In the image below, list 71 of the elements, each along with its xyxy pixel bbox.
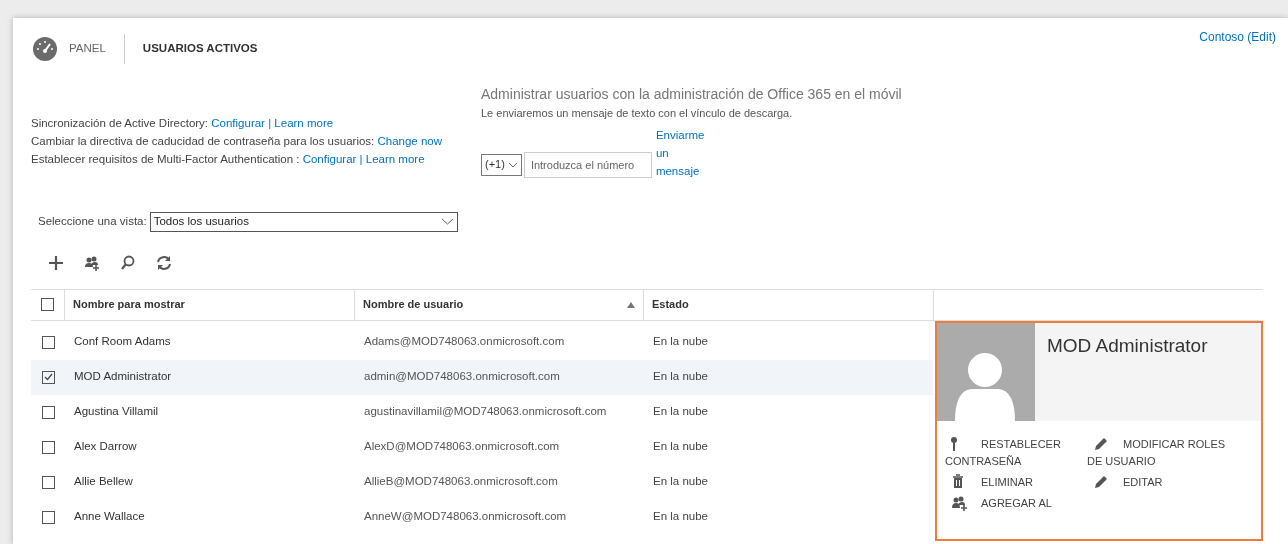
table-cell: admin@MOD748063.onmicrosoft.com: [364, 370, 560, 383]
pencil-icon: [1093, 435, 1109, 452]
info-text: Sincronización de Active Directory:: [31, 117, 210, 129]
action-button[interactable]: EDITAR: [1087, 472, 1237, 490]
action-button[interactable]: ELIMINAR: [945, 472, 1087, 490]
info-link[interactable]: Learn more: [274, 117, 334, 129]
people-add-icon: [951, 494, 967, 511]
mobile-admin-subtitle: Le enviaremos un mensaje de texto con el vínculo de descarga.: [481, 106, 794, 121]
action-button[interactable]: MODIFICAR ROLES DE USUARIO: [1087, 434, 1237, 469]
refresh-icon[interactable]: [155, 253, 173, 272]
view-select-dropdown[interactable]: Todos los usuarios: [149, 211, 458, 232]
column-header[interactable]: Nombre de usuario: [363, 296, 464, 313]
column-header[interactable]: Nombre para mostrar: [73, 296, 185, 313]
info-text: Cambiar la directiva de caducidad de contraseña para los usuarios:: [31, 135, 376, 147]
table-cell: Alex Darrow: [74, 440, 137, 453]
pencil-icon: [1093, 473, 1109, 490]
sort-ascending-icon[interactable]: [627, 301, 635, 308]
chevron-down-icon: [507, 161, 518, 168]
mobile-admin-title: Administrar usuarios con la administración de Office 365 en el móvil: [481, 85, 902, 104]
breadcrumb-link[interactable]: PANEL: [69, 40, 106, 58]
row-checkbox[interactable]: [41, 440, 55, 454]
row-checkbox[interactable]: [41, 405, 55, 419]
column-header[interactable]: Estado: [652, 296, 689, 313]
table-cell: En la nube: [653, 510, 708, 523]
table-cell: Adams@MOD748063.onmicrosoft.com: [364, 335, 565, 348]
country-code-dropdown[interactable]: (+1): [481, 153, 522, 176]
table-cell: En la nube: [653, 405, 708, 418]
table-row[interactable]: Allie Bellew AllieB@MOD748063.onmicrosoft.com En la nube: [31, 464, 933, 500]
dashboard-gauge-icon[interactable]: [33, 37, 57, 61]
add-icon[interactable]: [47, 253, 65, 272]
info-link[interactable]: |: [359, 153, 366, 165]
chevron-down-icon: [440, 218, 454, 225]
row-checkbox[interactable]: [41, 510, 55, 524]
user-display-name: MOD Administrator: [1046, 333, 1208, 358]
info-link[interactable]: Change now: [377, 135, 443, 147]
table-cell: Agustina Villamil: [74, 405, 159, 418]
table-row[interactable]: Anne Wallace AnneW@MOD748063.onmicrosoft.com En la nube: [31, 499, 933, 535]
table-cell: En la nube: [653, 370, 708, 383]
breadcrumb-link[interactable]: USUARIOS ACTIVOS: [142, 40, 258, 58]
table-cell: En la nube: [653, 440, 708, 453]
info-text: Establecer requisitos de Multi-Factor Authentication :: [31, 153, 301, 165]
action-button[interactable]: RESTABLECER CONTRASEÑA: [945, 434, 1087, 469]
table-cell: AnneW@MOD748063.onmicrosoft.com: [364, 510, 567, 523]
action-button[interactable]: AGREGAR AL: [945, 493, 1087, 511]
key-icon: [951, 436, 957, 451]
table-row[interactable]: Agustina Villamil agustinavillamil@MOD748063.onmicrosoft.com En la nube: [31, 394, 933, 430]
table-row[interactable]: MOD Administrator admin@MOD748063.onmicrosoft.com En la nube: [31, 359, 933, 395]
phone-number-field[interactable]: Introduzca el número: [523, 151, 652, 178]
table-cell: En la nube: [653, 475, 708, 488]
table-cell: En la nube: [653, 335, 708, 348]
send-message-link[interactable]: Enviarme un mensaje: [655, 125, 712, 180]
table-row[interactable]: Conf Room Adams Adams@MOD748063.onmicrosoft.com En la nube: [31, 324, 933, 360]
table-row[interactable]: Alex Darrow AlexD@MOD748063.onmicrosoft.com En la nube: [31, 429, 933, 465]
table-cell: Anne Wallace: [74, 510, 145, 523]
row-checkbox[interactable]: [41, 335, 55, 349]
select-all-checkbox[interactable]: [41, 298, 54, 311]
checkmark-icon: [43, 373, 53, 381]
search-icon[interactable]: [119, 253, 137, 272]
view-select-label: Seleccione una vista:: [38, 213, 147, 229]
table-cell: agustinavillamil@MOD748063.onmicrosoft.com: [364, 405, 607, 418]
table-cell: AlexD@MOD748063.onmicrosoft.com: [364, 440, 560, 453]
info-link[interactable]: Learn more: [365, 153, 425, 165]
table-cell: Allie Bellew: [74, 475, 133, 488]
table-cell: Conf Room Adams: [74, 335, 171, 348]
row-checkbox[interactable]: [41, 370, 55, 384]
table-cell: MOD Administrator: [74, 370, 172, 383]
row-checkbox[interactable]: [41, 475, 55, 489]
info-link[interactable]: Configurar: [302, 153, 357, 165]
table-cell: AllieB@MOD748063.onmicrosoft.com: [364, 475, 558, 488]
info-link[interactable]: Configurar |: [211, 117, 272, 129]
tenant-edit-link[interactable]: Contoso (Edit): [1199, 28, 1276, 46]
